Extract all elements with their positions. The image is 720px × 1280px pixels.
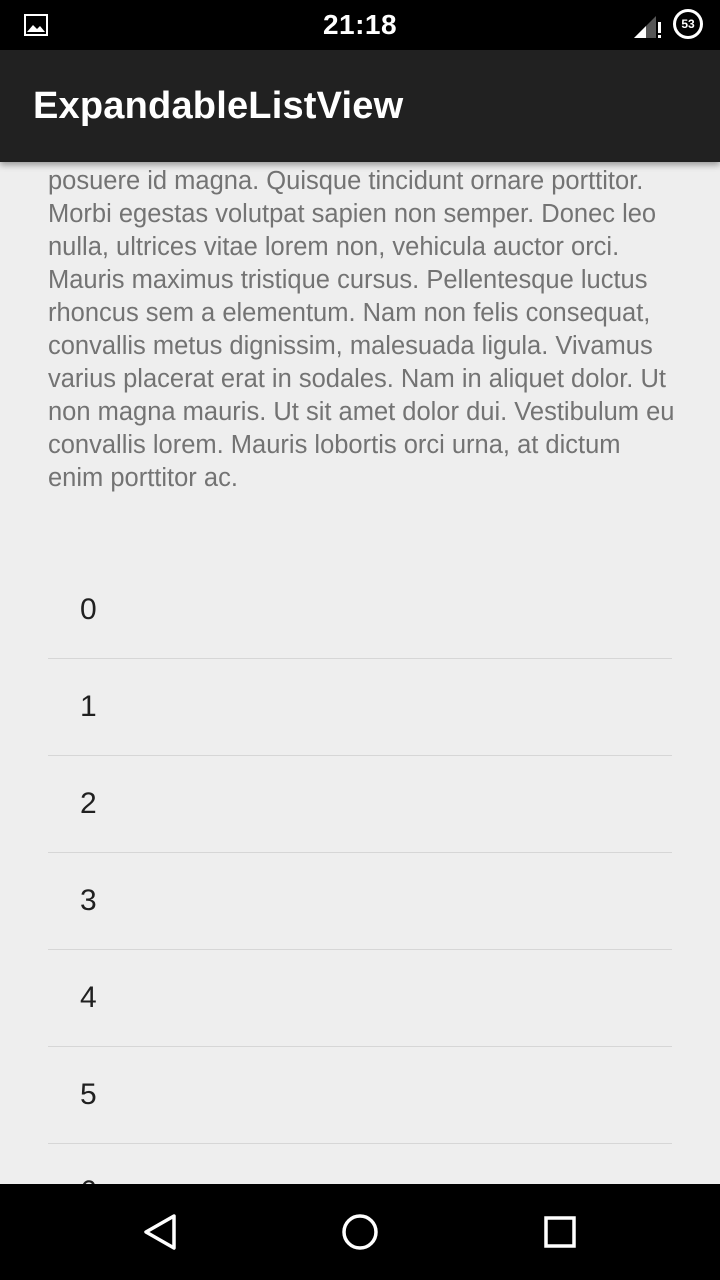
battery-icon: 53 xyxy=(673,9,703,39)
list-item-label: 5 xyxy=(80,1078,97,1111)
app-bar: ExpandableListView xyxy=(0,50,720,162)
home-icon[interactable] xyxy=(332,1204,388,1260)
list-item[interactable]: 6 xyxy=(48,1144,672,1184)
list-item[interactable]: 2 xyxy=(48,756,672,853)
list-item[interactable]: 4 xyxy=(48,950,672,1047)
status-bar: 21:18 53 xyxy=(0,0,720,50)
list-item-label: 6 xyxy=(80,1144,97,1184)
list-item-label: 4 xyxy=(80,981,97,1014)
recents-icon[interactable] xyxy=(532,1204,588,1260)
lorem-paragraph: Suspendisse potenti. Nullam pellentesque… xyxy=(48,167,675,492)
expandable-list: 0 1 2 3 4 5 6 xyxy=(48,562,672,1184)
list-item-label: 1 xyxy=(80,690,97,723)
signal-no-data-icon xyxy=(634,16,661,38)
list-item-label: 0 xyxy=(80,593,97,626)
list-item[interactable]: 5 xyxy=(48,1047,672,1144)
list-item-label: 3 xyxy=(80,884,97,917)
navigation-bar xyxy=(0,1184,720,1280)
list-item[interactable]: 0 xyxy=(48,562,672,659)
back-icon[interactable] xyxy=(132,1204,188,1260)
list-item-label: 2 xyxy=(80,787,97,820)
list-item[interactable]: 1 xyxy=(48,659,672,756)
status-time: 21:18 xyxy=(322,9,398,40)
app-title: ExpandableListView xyxy=(33,85,404,127)
list-item[interactable]: 3 xyxy=(48,853,672,950)
battery-level: 53 xyxy=(676,12,700,36)
scroll-content[interactable]: Suspendisse potenti. Nullam pellentesque… xyxy=(0,162,720,1184)
